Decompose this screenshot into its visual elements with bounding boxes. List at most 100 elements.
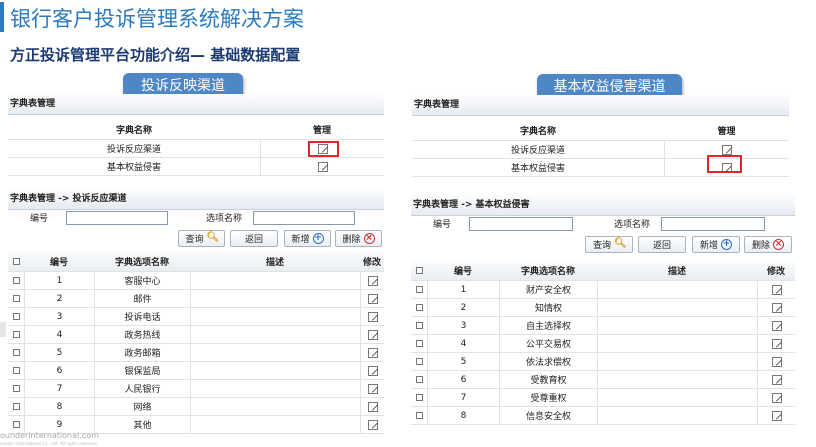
row-no: 4 (24, 326, 94, 343)
row-checkbox[interactable] (411, 335, 427, 352)
page-title: 银行客户投诉管理系统解决方案 (10, 7, 304, 31)
edit-button[interactable] (360, 362, 384, 379)
edit-icon (367, 401, 378, 412)
checkbox-icon (415, 394, 423, 401)
row-desc (190, 326, 360, 343)
edit-button[interactable] (757, 317, 795, 334)
edit-button[interactable] (757, 353, 795, 370)
search-icon: 🔍︎ (206, 232, 220, 243)
no-input[interactable] (469, 217, 573, 231)
row-checkbox[interactable] (8, 362, 24, 379)
edit-button[interactable] (360, 290, 384, 307)
option-name-input[interactable] (253, 211, 355, 225)
page-subtitle: 方正投诉管理平台功能介绍— 基础数据配置 (10, 46, 301, 64)
dict-name: 基本权益侵害 (510, 164, 565, 174)
row-option-name: 政务邮箱 (94, 344, 190, 361)
delete-label: 删除 (751, 241, 770, 251)
edit-button[interactable] (360, 416, 384, 433)
left-detail-title: 字典表管理 -> 投诉反应渠道 (8, 189, 384, 210)
row-checkbox[interactable] (411, 281, 427, 298)
col-no: 编号 (453, 267, 472, 277)
accent-bar (0, 2, 4, 32)
table-row: 5 政务邮箱 (8, 344, 384, 362)
back-button[interactable]: 返回 (230, 230, 278, 247)
row-checkbox[interactable] (411, 389, 427, 406)
option-name-input[interactable] (661, 217, 765, 231)
table-row: 3 投诉电话 (8, 308, 384, 326)
row-option-name: 受尊重权 (499, 389, 597, 406)
row-desc (597, 371, 757, 388)
right-dict-header: 字典名称 管理 (412, 121, 789, 141)
query-button[interactable]: 查询 🔍︎ (178, 230, 225, 247)
row-no: 5 (427, 353, 499, 370)
row-checkbox[interactable] (411, 317, 427, 334)
edit-button[interactable] (757, 281, 795, 298)
row-option-name: 依法求偿权 (499, 353, 597, 370)
select-all-checkbox[interactable] (8, 252, 24, 271)
row-no: 3 (427, 317, 499, 334)
table-row: 4 公平交易权 (411, 335, 795, 353)
edit-button[interactable] (360, 380, 384, 397)
select-all-checkbox[interactable] (411, 261, 427, 280)
row-desc (190, 416, 360, 433)
edit-icon (722, 144, 732, 155)
edit-icon (771, 302, 782, 313)
add-label: 新增 (291, 235, 310, 245)
checkbox-icon (12, 367, 20, 374)
row-option-name: 客服中心 (94, 272, 190, 289)
row-checkbox[interactable] (411, 407, 427, 424)
add-button[interactable]: 新增 + (284, 230, 331, 247)
left-toolbar: 查询 🔍︎ 返回 新增 + 删除 × (8, 228, 384, 249)
row-no: 2 (24, 290, 94, 307)
edit-icon (771, 338, 782, 349)
row-option-name: 银保监局 (94, 362, 190, 379)
row-checkbox[interactable] (8, 344, 24, 361)
edit-icon (771, 356, 782, 367)
row-checkbox[interactable] (8, 308, 24, 325)
edit-button[interactable] (360, 272, 384, 289)
edit-button[interactable] (757, 371, 795, 388)
row-checkbox[interactable] (8, 326, 24, 343)
edit-button[interactable] (757, 299, 795, 316)
row-desc (190, 362, 360, 379)
query-button[interactable]: 查询 🔍︎ (585, 236, 633, 253)
table-row: 3 自主选择权 (411, 317, 795, 335)
label-option: 选项名称 (614, 220, 651, 230)
edit-button[interactable] (360, 344, 384, 361)
row-checkbox[interactable] (8, 398, 24, 415)
delete-button[interactable]: 删除 × (744, 236, 792, 253)
row-checkbox[interactable] (411, 299, 427, 316)
checkbox-icon (12, 313, 20, 320)
delete-label: 删除 (342, 235, 361, 245)
delete-button[interactable]: 删除 × (335, 230, 382, 247)
edit-button[interactable] (360, 398, 384, 415)
row-checkbox[interactable] (8, 290, 24, 307)
table-row: 4 政务热线 (8, 326, 384, 344)
edit-button[interactable] (757, 389, 795, 406)
left-search-form: 编号 选项名称 (8, 210, 384, 228)
edit-button[interactable] (360, 326, 384, 343)
left-dict-row-2: 基本权益侵害 (8, 158, 384, 176)
row-option-name: 其他 (94, 416, 190, 433)
col-dict-name: 字典名称 (115, 126, 152, 136)
edit-button[interactable] (757, 407, 795, 424)
row-checkbox[interactable] (8, 380, 24, 397)
back-button[interactable]: 返回 (638, 236, 686, 253)
checkbox-icon (12, 277, 20, 284)
no-input[interactable] (66, 211, 168, 225)
add-button[interactable]: 新增 + (692, 236, 740, 253)
table-row: 1 客服中心 (8, 272, 384, 290)
checkbox-icon (12, 421, 20, 428)
edit-button[interactable] (360, 308, 384, 325)
edit-icon (367, 329, 378, 340)
col-dict-name: 字典名称 (519, 127, 556, 137)
row-checkbox[interactable] (411, 371, 427, 388)
row-option-name: 公平交易权 (499, 335, 597, 352)
row-option-name: 财产安全权 (499, 281, 597, 298)
edit-button[interactable] (260, 158, 384, 175)
row-no: 1 (24, 272, 94, 289)
row-checkbox[interactable] (8, 272, 24, 289)
edit-icon (367, 419, 378, 430)
edit-button[interactable] (757, 335, 795, 352)
row-checkbox[interactable] (411, 353, 427, 370)
